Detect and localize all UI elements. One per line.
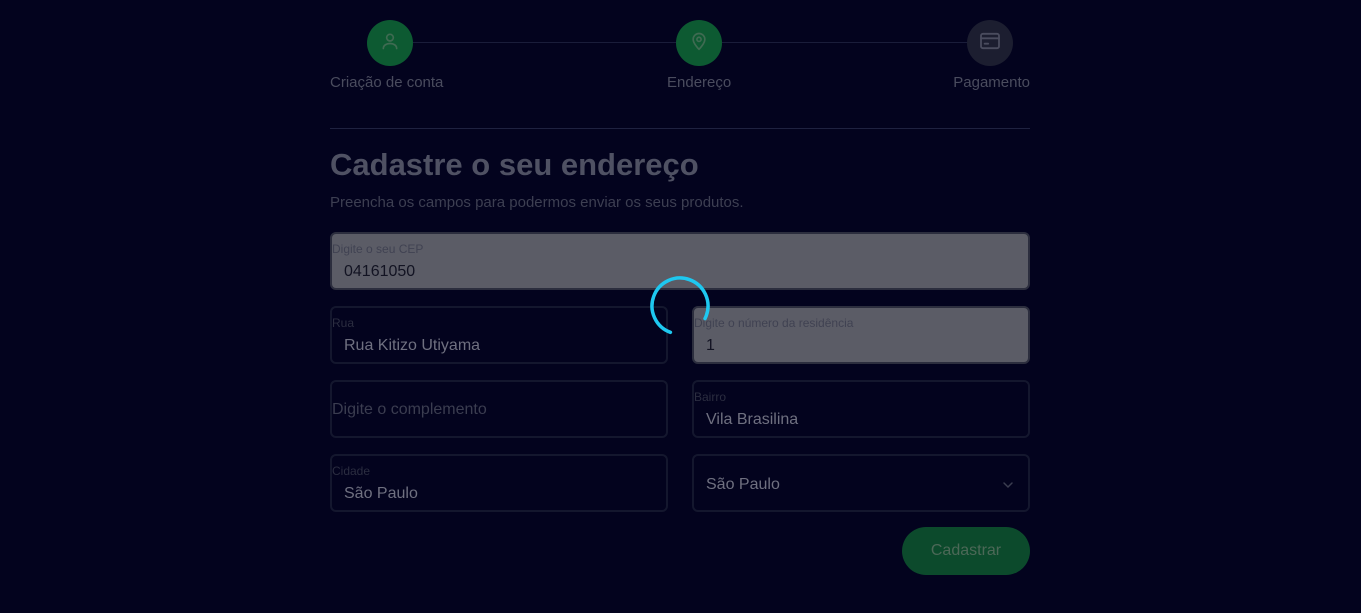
user-icon [380,31,400,56]
house-number-label: Digite o número da residência [694,316,854,330]
street-label: Rua [332,316,355,330]
step-circle-address [676,20,723,66]
step-address: Endereço [667,20,731,91]
chevron-down-icon [1002,478,1014,496]
step-circle-account [367,20,413,66]
signup-address-container: Criação de conta Endereço Pagamento Cada… [330,0,1030,575]
complement-placeholder: Digite o complemento [332,401,487,418]
page-subtitle: Preencha os campos para podermos enviar … [330,194,744,211]
cep-value: 04161050 [344,263,416,280]
credit-card-icon [979,32,1001,55]
step-label-payment: Pagamento [953,74,1030,91]
state-select[interactable]: São Paulo [692,454,1030,512]
state-value: São Paulo [706,476,780,493]
complement-field[interactable]: Digite o complemento [330,380,668,438]
house-number-value: 1 [706,337,715,354]
page-title: Cadastre o seu endereço [330,147,699,182]
house-number-field[interactable]: Digite o número da residência 1 [692,306,1030,364]
loading-spinner-icon [648,274,712,338]
step-label-account: Criação de conta [330,74,444,91]
neighborhood-label: Bairro [694,390,727,404]
stepper: Criação de conta Endereço Pagamento [330,0,1030,129]
neighborhood-value: Vila Brasilina [706,411,799,428]
street-field[interactable]: Rua Rua Kitizo Utiyama [330,306,668,364]
step-payment: Pagamento [953,20,1030,91]
city-label: Cidade [332,464,371,478]
city-value: São Paulo [344,485,418,502]
step-label-address: Endereço [667,74,732,91]
cep-label: Digite o seu CEP [332,242,424,256]
neighborhood-field[interactable]: Bairro Vila Brasilina [692,380,1030,438]
submit-button[interactable]: Cadastrar [902,527,1030,575]
step-circle-payment [967,20,1013,66]
location-pin-icon [689,30,709,57]
step-account-creation: Criação de conta [330,20,443,91]
city-field[interactable]: Cidade São Paulo [330,454,668,512]
page: Criação de conta Endereço Pagamento Cada… [0,0,1361,613]
street-value: Rua Kitizo Utiyama [344,337,481,354]
